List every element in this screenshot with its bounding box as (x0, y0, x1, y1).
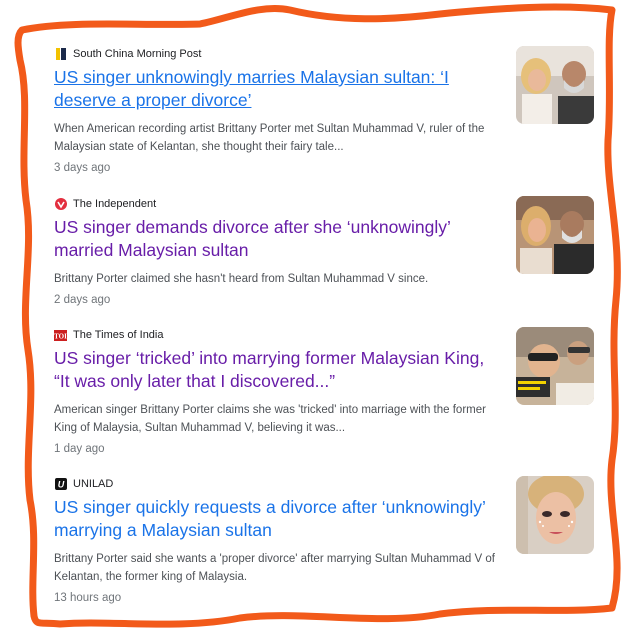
article-thumbnail[interactable] (516, 46, 594, 124)
source-row: The Independent (54, 196, 594, 212)
article-time: 1 day ago (54, 443, 105, 455)
news-card-3[interactable]: TOI The Times of India US singer ‘tricke… (54, 327, 594, 455)
news-card-2[interactable]: The Independent US singer demands divorc… (54, 196, 594, 306)
unilad-logo-icon: U (54, 478, 67, 491)
article-snippet: Brittany Porter claimed she hasn't heard… (54, 273, 429, 285)
article-time: 13 hours ago (54, 592, 122, 604)
svg-text:TOI: TOI (54, 332, 67, 340)
article-title-link[interactable]: US singer demands divorce after she ‘unk… (54, 216, 504, 262)
scmp-logo-icon (54, 48, 67, 61)
article-time: 3 days ago (54, 162, 111, 174)
toi-logo-icon: TOI (54, 329, 67, 342)
source-row: South China Morning Post (54, 46, 594, 62)
source-row: U UNILAD (54, 476, 594, 492)
source-name: The Independent (73, 198, 157, 210)
article-snippet: Brittany Porter said she wants a 'proper… (54, 553, 495, 583)
source-name: South China Morning Post (73, 48, 202, 60)
svg-text:U: U (57, 480, 64, 490)
article-title-link[interactable]: US singer ‘tricked’ into marrying former… (54, 347, 504, 393)
article-thumbnail[interactable] (516, 327, 594, 405)
article-time: 2 days ago (54, 294, 111, 306)
news-card-1[interactable]: South China Morning Post US singer unkno… (54, 46, 594, 174)
source-name: UNILAD (73, 478, 114, 490)
source-name: The Times of India (73, 329, 164, 341)
article-snippet: When American recording artist Brittany … (54, 123, 485, 153)
source-row: TOI The Times of India (54, 327, 594, 343)
article-title-link[interactable]: US singer unknowingly marries Malaysian … (54, 66, 504, 112)
independent-logo-icon (54, 198, 67, 211)
article-thumbnail[interactable] (516, 476, 594, 554)
article-snippet: American singer Brittany Porter claims s… (54, 404, 486, 434)
article-title-link[interactable]: US singer quickly requests a divorce aft… (54, 496, 504, 542)
article-thumbnail[interactable] (516, 196, 594, 274)
news-card-4[interactable]: U UNILAD US singer quickly requests a di… (54, 476, 594, 604)
